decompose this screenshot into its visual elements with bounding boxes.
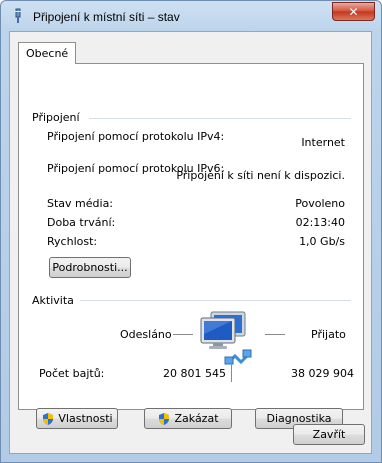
close-button[interactable]: Zavřít (293, 424, 365, 445)
title-close-button[interactable]: ✕ (332, 2, 375, 21)
activity-group-divider (80, 300, 351, 301)
received-connector-line (265, 334, 285, 335)
properties-button[interactable]: Vlastnosti (36, 408, 118, 429)
properties-button-label: Vlastnosti (58, 412, 113, 425)
received-label: Přijato (311, 328, 346, 341)
uac-shield-icon (159, 412, 170, 425)
speed-value: 1,0 Gb/s (299, 235, 345, 248)
bytes-received-value: 38 029 904 (291, 367, 354, 380)
sent-connector-line (173, 334, 193, 335)
details-button[interactable]: Podrobnosti... (49, 257, 131, 278)
network-connection-icon (15, 8, 21, 23)
disable-button-label: Zakázat (174, 412, 219, 425)
media-state-label: Stav média: (47, 197, 114, 210)
window-title: Připojení k místní síti – stav (33, 10, 180, 24)
bytes-sent-value: 20 801 545 (163, 367, 226, 380)
status-dialog-window: Připojení k místní síti – stav ✕ Obecné … (0, 0, 382, 463)
activity-group-title: Aktivita (32, 294, 74, 307)
network-computers-icon (200, 311, 252, 365)
uac-shield-icon (43, 412, 54, 425)
sent-label: Odesláno (120, 328, 172, 341)
duration-value: 02:13:40 (295, 216, 345, 229)
disable-button[interactable]: Zakázat (144, 408, 232, 429)
tab-general[interactable]: Obecné (18, 42, 77, 64)
bytes-label: Počet bajtů: (39, 367, 105, 380)
bytes-divider (231, 362, 232, 382)
speed-label: Rychlost: (47, 235, 98, 248)
dialog-client-area: Obecné Připojení Připojení pomocí protok… (9, 31, 372, 454)
connection-group-divider (89, 118, 351, 119)
media-state-value: Povoleno (295, 197, 345, 210)
duration-label: Doba trvání: (47, 216, 116, 229)
title-bar[interactable]: Připojení k místní síti – stav ✕ (1, 1, 381, 31)
connection-group-title: Připojení (32, 111, 80, 124)
ipv6-value: Připojení k síti není k dispozici. (176, 169, 345, 182)
tab-panel-general: Připojení Připojení pomocí protokolu IPv… (18, 63, 364, 429)
ipv4-label: Připojení pomocí protokolu IPv4: (47, 130, 225, 143)
ipv4-value: Internet (301, 136, 345, 149)
